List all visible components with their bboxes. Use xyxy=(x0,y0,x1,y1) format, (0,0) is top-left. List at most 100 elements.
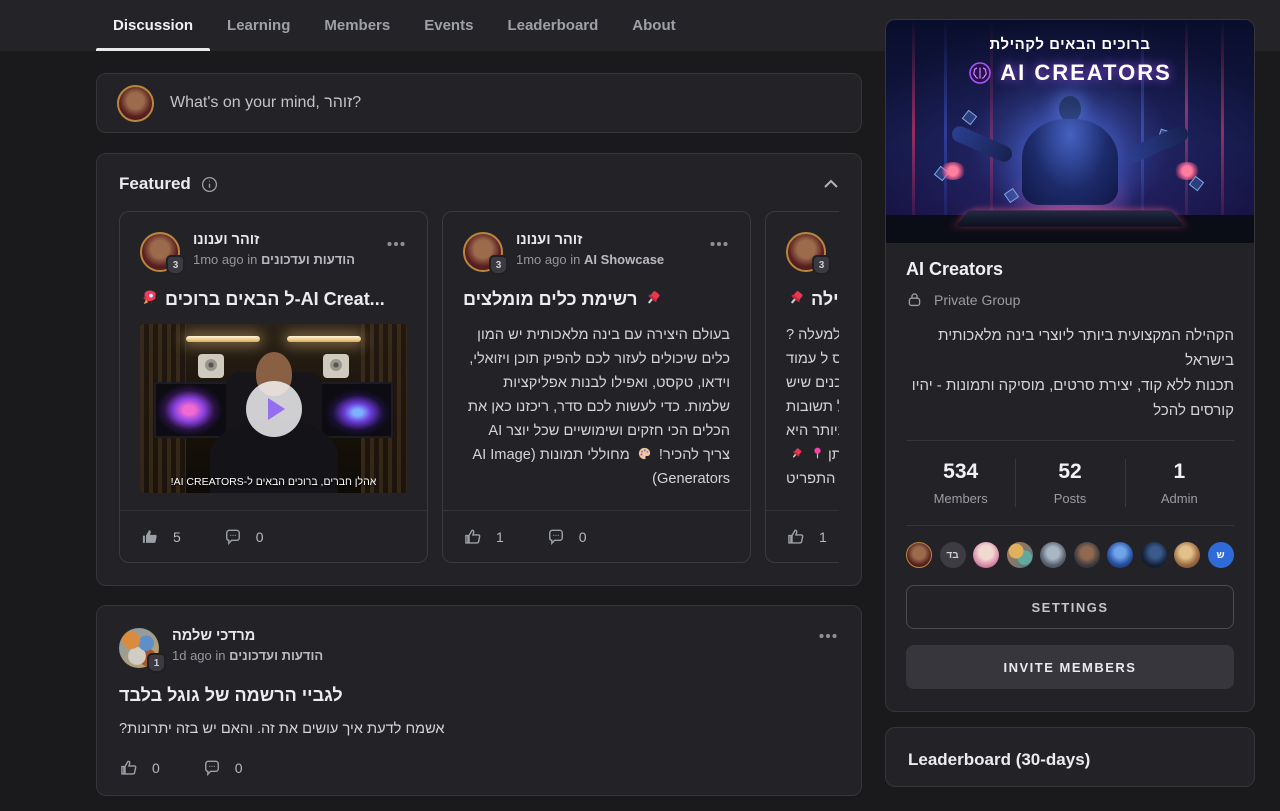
pushpin-icon xyxy=(789,446,804,461)
member-avatar[interactable] xyxy=(906,542,932,568)
member-avatar[interactable]: ש xyxy=(1208,542,1234,568)
comment-button[interactable]: 0 xyxy=(546,527,587,547)
member-avatar[interactable]: בד xyxy=(940,542,966,568)
like-count: 1 xyxy=(496,529,504,545)
post-body-text: היכנס ל עמוד xyxy=(786,351,839,367)
stat-members: 534 Members xyxy=(906,460,1015,506)
member-avatar[interactable] xyxy=(973,542,999,568)
tab-about[interactable]: About xyxy=(615,0,692,51)
featured-post-card[interactable]: 3 זוהר וענונו 1mo ago in AI Showcase רשי… xyxy=(442,211,751,563)
post-body-line: היכנס ל עמוד xyxy=(786,347,839,371)
post-body-line: קבל תשובות xyxy=(786,395,839,419)
stat-label: Admin xyxy=(1125,491,1234,506)
post-body-line: דרך התפריט xyxy=(786,467,839,491)
stat-value: 534 xyxy=(906,460,1015,484)
member-avatar[interactable] xyxy=(1007,542,1033,568)
lock-icon xyxy=(906,291,923,308)
comment-count: 0 xyxy=(235,760,243,776)
post-title: קהילה xyxy=(786,288,839,310)
stat-label: Posts xyxy=(1015,491,1124,506)
settings-button[interactable]: SETTINGS xyxy=(906,585,1234,629)
privacy-label: Private Group xyxy=(934,292,1020,308)
member-avatar[interactable] xyxy=(1040,542,1066,568)
stat-value: 1 xyxy=(1125,460,1234,484)
tab-label: Learning xyxy=(227,17,290,34)
featured-post-card[interactable]: 3 זוהר וענונו 1mo קהילה למעלה ? היכנס ל … xyxy=(765,211,839,563)
post-body: למעלה ? היכנס ל עמוד התכנים שיש קבל תשוב… xyxy=(786,323,839,491)
group-cover-image: ברוכים הבאים לקהילת AI CREATORS xyxy=(886,20,1254,243)
banner-welcome-text: ברוכים הבאים לקהילת xyxy=(886,36,1254,53)
chevron-up-icon[interactable] xyxy=(823,179,839,189)
palette-icon xyxy=(637,446,652,461)
like-count: 1 xyxy=(819,529,827,545)
group-privacy: Private Group xyxy=(906,291,1234,308)
rocket-icon xyxy=(140,288,160,308)
group-name: AI Creators xyxy=(906,259,1234,280)
post-body: אשמח לדעת איך עושים את זה. והאם יש בזה י… xyxy=(119,721,839,737)
info-icon[interactable] xyxy=(201,176,218,193)
more-options-icon[interactable] xyxy=(817,630,839,642)
channel-name: AI Showcase xyxy=(584,252,664,267)
divider xyxy=(906,525,1234,526)
post-title: רשימת כלים מומלצים xyxy=(463,288,730,310)
post-title-text: קהילה xyxy=(811,289,839,309)
description-line: תכנות ללא קוד, יצירת סרטים, מוסיקה ותמונ… xyxy=(906,373,1234,423)
tab-discussion[interactable]: Discussion xyxy=(96,0,210,51)
comment-count: 0 xyxy=(256,529,264,545)
stat-posts: 52 Posts xyxy=(1015,460,1124,506)
tab-leaderboard[interactable]: Leaderboard xyxy=(490,0,615,51)
post-body: בעולם היצירה עם בינה מלאכותית יש המון כל… xyxy=(463,323,730,491)
more-options-icon[interactable] xyxy=(385,238,407,250)
tab-events[interactable]: Events xyxy=(407,0,490,51)
play-icon[interactable] xyxy=(246,381,302,437)
like-button[interactable]: 5 xyxy=(140,527,181,547)
avatar: 3 xyxy=(463,232,503,272)
tab-members[interactable]: Members xyxy=(307,0,407,51)
group-stats: 534 Members 52 Posts 1 Admin xyxy=(906,441,1234,525)
post-title-text: רשימת כלים מומלצים xyxy=(463,289,638,309)
avatar: 1 xyxy=(119,628,159,668)
post-meta: 1mo ago in הודעות ועדכונים xyxy=(193,252,355,267)
timestamp: 1d ago in xyxy=(172,648,226,663)
comment-button[interactable]: 0 xyxy=(223,527,264,547)
avatar-initials: בד xyxy=(946,550,958,561)
level-badge: 3 xyxy=(166,255,185,275)
post-body-text: ניתן xyxy=(828,447,839,463)
member-avatar[interactable] xyxy=(1107,542,1133,568)
post-body-text: קבל תשובות xyxy=(786,399,839,415)
round-pin-icon xyxy=(810,446,825,461)
composer-prompt[interactable]: What's on your mind, זוהר? xyxy=(170,94,361,112)
like-button[interactable]: 0 xyxy=(119,758,160,778)
avatar xyxy=(117,85,154,122)
member-avatar[interactable] xyxy=(1074,542,1100,568)
member-avatar[interactable] xyxy=(1174,542,1200,568)
featured-post-card[interactable]: 3 זוהר וענונו 1mo ago in הודעות ועדכונים… xyxy=(119,211,428,563)
more-options-icon[interactable] xyxy=(708,238,730,250)
level-badge: 3 xyxy=(812,255,831,275)
post-composer[interactable]: What's on your mind, זוהר? xyxy=(96,73,862,133)
avatar: 3 xyxy=(786,232,826,272)
post-body-text: דרך התפריט xyxy=(786,471,839,487)
post-meta: 1d ago in הודעות ועדכונים xyxy=(172,648,323,663)
like-button[interactable]: 1 xyxy=(786,527,827,547)
post-body-text: התכנים שיש xyxy=(786,375,839,391)
invite-members-button[interactable]: INVITE MEMBERS xyxy=(906,645,1234,689)
level-badge: 1 xyxy=(147,653,166,673)
video-thumbnail[interactable]: אהלן חברים, ברוכים הבאים ל-AI CREATORS! xyxy=(140,324,407,493)
leaderboard-title: Leaderboard (30-days) xyxy=(908,750,1232,770)
brain-icon xyxy=(968,61,992,85)
comment-button[interactable]: 0 xyxy=(202,758,243,778)
channel-name: הודעות ועדכונים xyxy=(229,648,323,663)
post-body-line: התכנים שיש xyxy=(786,371,839,395)
avatar: 3 xyxy=(140,232,180,272)
featured-section: Featured 3 זוהר וענונו 1mo ago in הודעות… xyxy=(96,153,862,586)
level-badge: 3 xyxy=(489,255,508,275)
like-button[interactable]: 1 xyxy=(463,527,504,547)
post-body-text: בעולם היצירה עם בינה מלאכותית יש המון כל… xyxy=(468,327,730,463)
avatar-initials: ש xyxy=(1216,550,1224,561)
tab-learning[interactable]: Learning xyxy=(210,0,307,51)
comment-count: 0 xyxy=(579,529,587,545)
post-card[interactable]: 1 מרדכי שלמה 1d ago in הודעות ועדכונים ל… xyxy=(96,605,862,796)
post-body-text: למעלה ? xyxy=(786,327,839,343)
member-avatar[interactable] xyxy=(1141,542,1167,568)
